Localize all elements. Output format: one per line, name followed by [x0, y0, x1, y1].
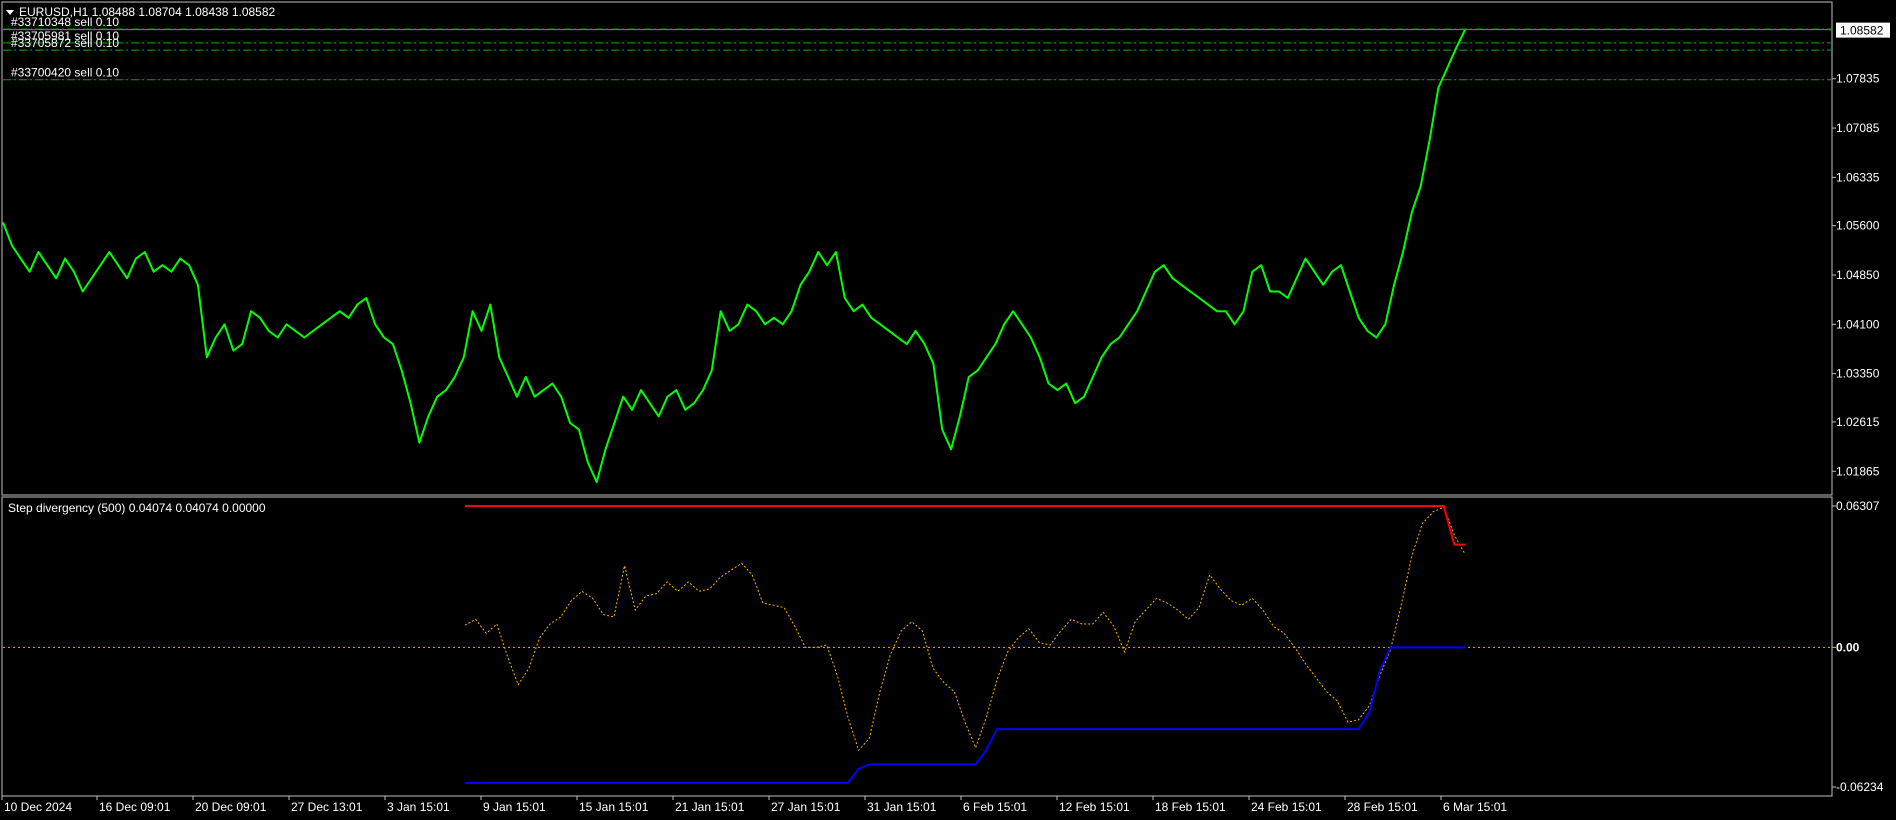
y-tick-label: 1.02615: [1836, 415, 1880, 429]
order-lines: #33710348 sell 0.10#33705981 sell 0.10#3…: [3, 15, 1832, 81]
chart-canvas[interactable]: #33710348 sell 0.10#33705981 sell 0.10#3…: [0, 0, 1896, 820]
x-tick-label: 24 Feb 15:01: [1251, 800, 1322, 814]
x-tick-label: 21 Jan 15:01: [675, 800, 745, 814]
price-series: [2, 29, 1466, 484]
y-tick-label: 0.00: [1836, 640, 1860, 654]
chart-window[interactable]: #33710348 sell 0.10 #33705981 sell 0.10 #3…: [0, 0, 1896, 820]
y-tick-label: 1.06335: [1836, 170, 1880, 184]
order-label: #33705872 sell 0.10: [11, 36, 119, 50]
y-tick-label: 1.03350: [1836, 367, 1880, 381]
y-tick-label: 1.04850: [1836, 268, 1880, 282]
price-panel-frame: [1, 1, 1833, 496]
x-tick-label: 10 Dec 2024: [4, 800, 72, 814]
x-tick-label: 9 Jan 15:01: [483, 800, 546, 814]
x-tick-label: 20 Dec 09:01: [195, 800, 267, 814]
order-label: #33700420 sell 0.10: [11, 66, 119, 80]
symbol-info: EURUSD,H1 1.08488 1.08704 1.08438 1.0858…: [19, 5, 276, 19]
x-tick-label: 28 Feb 15:01: [1347, 800, 1418, 814]
x-tick-label: 15 Jan 15:01: [579, 800, 649, 814]
y-tick-label: -0.06234: [1836, 780, 1884, 794]
y-tick-label: 1.04100: [1836, 317, 1880, 331]
x-tick-label: 16 Dec 09:01: [99, 800, 171, 814]
axis-ticks: 1.08582 1.07835 1.07085 1.06335 1.05600 1.048…: [1, 22, 1890, 814]
y-tick-label: 1.05600: [1836, 219, 1880, 233]
x-tick-label: 6 Mar 15:01: [1443, 800, 1507, 814]
indicator-title: Step divergency (500) 0.04074 0.04074 0.…: [8, 501, 266, 515]
y-tick-label: 1.01865: [1836, 464, 1880, 478]
x-tick-label: 27 Dec 13:01: [291, 800, 363, 814]
indicator-series: [3, 505, 1832, 784]
x-tick-label: 6 Feb 15:01: [963, 800, 1027, 814]
lower-line: [465, 646, 1465, 784]
x-tick-label: 3 Jan 15:01: [387, 800, 450, 814]
x-tick-label: 31 Jan 15:01: [867, 800, 937, 814]
x-tick-label: 12 Feb 15:01: [1059, 800, 1130, 814]
upper-line: [465, 505, 1465, 546]
indicator-panel-frame: [1, 496, 1833, 797]
y-tick-label: 0.06307: [1836, 499, 1880, 513]
price-line: [2, 29, 1466, 484]
osc-line: [464, 506, 1466, 752]
x-tick-label: 18 Feb 15:01: [1155, 800, 1226, 814]
x-tick-label: 27 Jan 15:01: [771, 800, 841, 814]
current-price-label: 1.08582: [1840, 24, 1884, 38]
y-tick-label: 1.07085: [1836, 121, 1880, 135]
y-tick-label: 1.07835: [1836, 72, 1880, 86]
